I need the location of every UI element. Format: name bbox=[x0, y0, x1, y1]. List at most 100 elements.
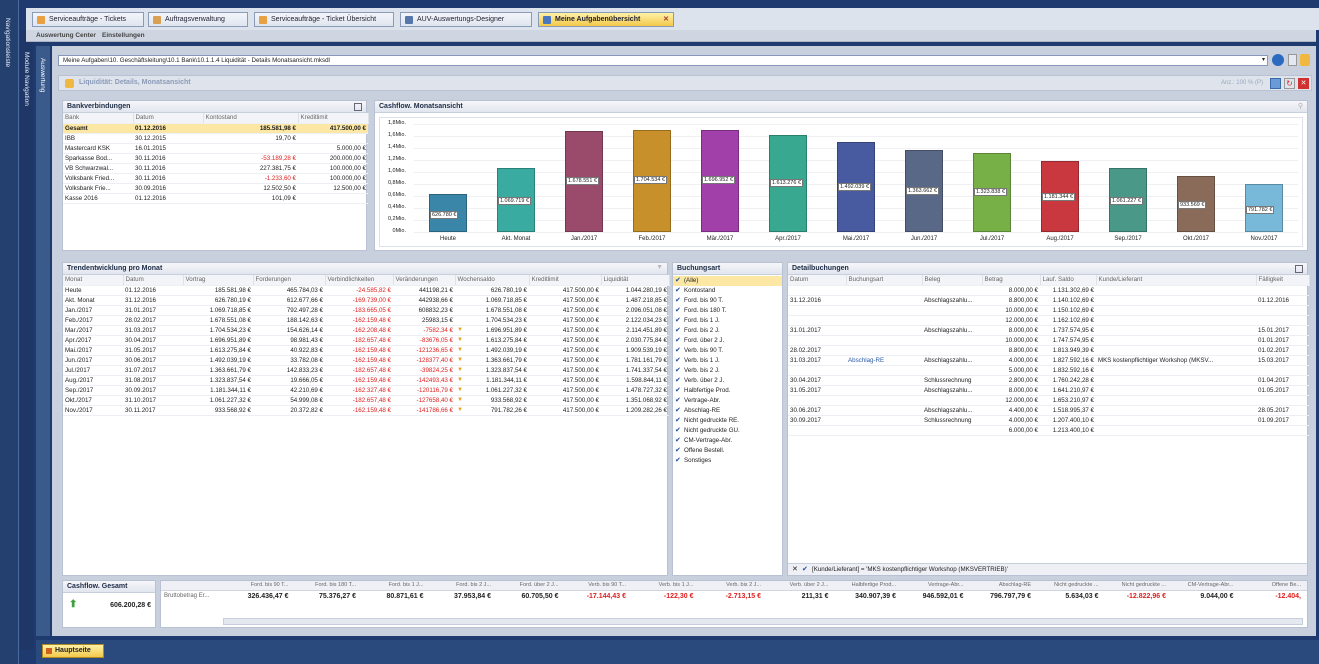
table-row[interactable]: Feb./2017 28.02.2017 1.678.551,08 € 188.142… bbox=[63, 315, 669, 326]
table-row[interactable]: Sep./2017 30.09.2017 1.181.344,11 € 42.210,… bbox=[63, 385, 669, 396]
bottom-tab-hauptseite[interactable]: Hauptseite bbox=[42, 644, 104, 658]
buchungsart-item[interactable]: ✔ Ford. bis 1 J. bbox=[673, 316, 782, 326]
layout-icon[interactable] bbox=[1270, 78, 1281, 89]
table-row[interactable]: 10.000,00 €1.150.102,69 € bbox=[788, 305, 1309, 316]
table-row[interactable]: Kasse 2016 01.12.2016 101,09 € bbox=[63, 193, 368, 204]
export-icon[interactable] bbox=[354, 103, 362, 111]
path-go-button[interactable] bbox=[1272, 54, 1284, 66]
checkbox-icon[interactable]: ✔ bbox=[675, 407, 681, 414]
bank-col-header[interactable]: Datum bbox=[133, 113, 204, 124]
table-row[interactable]: Gesamt 01.12.2016 185.581,98 €417.500,00 € bbox=[63, 123, 368, 134]
buchungsart-item[interactable]: ✔ Verb. bis 1 J. bbox=[673, 356, 782, 366]
module-nav-rail[interactable]: Module Navigation bbox=[20, 30, 34, 650]
checkbox-icon[interactable]: ✔ bbox=[675, 347, 681, 354]
buchungsart-item[interactable]: ✔ Verb. bis 90 T. bbox=[673, 346, 782, 356]
summary-col-header[interactable]: Offene Be... bbox=[1236, 582, 1301, 588]
checkbox-icon[interactable]: ✔ bbox=[675, 357, 681, 364]
summary-col-header[interactable]: Ford. bis 90 T... bbox=[223, 582, 289, 588]
detail-filter-bar[interactable]: ✕ ✔ [Kunde/Lieferant] = 'MKS kostenpflic… bbox=[788, 563, 1307, 575]
trend-col-header[interactable]: Liquidität bbox=[601, 275, 670, 286]
table-row[interactable]: 6.000,00 €1.213.400,10 € bbox=[788, 425, 1309, 436]
detail-col-header[interactable]: Datum bbox=[788, 275, 847, 286]
table-row[interactable]: Heute 01.12.2016 185.581,98 € 465.784,03 € -… bbox=[63, 285, 669, 296]
buchungsart-item[interactable]: ✔ Vertrage-Abr. bbox=[673, 396, 782, 406]
checkbox-icon[interactable]: ✔ bbox=[675, 307, 681, 314]
buchungsart-item[interactable]: ✔ Ford. bis 90 T. bbox=[673, 296, 782, 306]
checkbox-icon[interactable]: ✔ bbox=[675, 297, 681, 304]
table-row[interactable]: Volksbank Fried... 30.11.2016 -1.233,60 €1… bbox=[63, 173, 368, 184]
table-row[interactable]: IBB 30.12.2015 19,70 € bbox=[63, 133, 368, 144]
checkbox-icon[interactable]: ✔ bbox=[675, 287, 681, 294]
summary-col-header[interactable]: Nicht gedruckte ... bbox=[1033, 582, 1098, 588]
buchungsart-item[interactable]: ✔ (Alle) bbox=[673, 276, 782, 286]
summary-col-header[interactable]: Abschlag-RE bbox=[966, 582, 1031, 588]
trend-filter-icon[interactable]: ▼ bbox=[656, 264, 663, 271]
left-nav-rail[interactable]: Navigationsleiste bbox=[0, 0, 19, 664]
tab-1[interactable]: Auftragsverwaltung bbox=[148, 12, 248, 27]
path-extra-button[interactable] bbox=[1300, 54, 1310, 66]
trend-col-header[interactable]: Datum bbox=[123, 275, 184, 286]
trend-col-header[interactable]: Monat bbox=[63, 275, 124, 286]
detail-col-header[interactable]: Fälligkeit bbox=[1256, 275, 1310, 286]
detail-col-header[interactable]: Kunde/Lieferant bbox=[1096, 275, 1257, 286]
buchungsart-item[interactable]: ✔ Halbfertige Prod. bbox=[673, 386, 782, 396]
checkbox-icon[interactable]: ✔ bbox=[675, 367, 681, 374]
summary-col-header[interactable]: Halbfertige Prod... bbox=[831, 582, 896, 588]
table-row[interactable]: Jan./2017 31.01.2017 1.069.718,85 € 792.497… bbox=[63, 305, 669, 316]
tab-0[interactable]: Serviceaufträge - Tickets bbox=[32, 12, 144, 27]
checkbox-icon[interactable]: ✔ bbox=[675, 417, 681, 424]
table-row[interactable]: Akt. Monat 31.12.2016 626.780,19 € 612.677,… bbox=[63, 295, 669, 306]
table-row[interactable]: 28.02.2017 8.800,00 €1.813.949,39 € 01.02.… bbox=[788, 345, 1309, 356]
tab-3[interactable]: AUV-Auswertungs-Designer bbox=[400, 12, 532, 27]
path-menu-button[interactable] bbox=[1288, 54, 1297, 66]
detail-export-icon[interactable] bbox=[1295, 265, 1303, 273]
summary-col-header[interactable]: Verb. über 2 J... bbox=[763, 582, 829, 588]
trend-col-header[interactable]: Forderungen bbox=[253, 275, 326, 286]
tab-close-icon[interactable]: ✕ bbox=[663, 13, 669, 26]
detail-col-header[interactable]: Lauf. Saldo bbox=[1040, 275, 1097, 286]
tab-4[interactable]: Meine Aufgabenübersicht ✕ bbox=[538, 12, 674, 27]
bank-col-header[interactable]: Bank bbox=[63, 113, 134, 124]
buchungsart-item[interactable]: ✔ Offene Bestell. bbox=[673, 446, 782, 456]
table-row[interactable]: Jul./2017 31.07.2017 1.363.661,79 € 142.833… bbox=[63, 365, 669, 376]
checkbox-icon[interactable]: ✔ bbox=[675, 277, 681, 284]
table-row[interactable]: Aug./2017 31.08.2017 1.323.837,54 € 19.666,… bbox=[63, 375, 669, 386]
table-row[interactable]: 31.01.2017 Abschlagszahlu... 8.000,00 €1.7… bbox=[788, 325, 1309, 336]
menu-auswertung-center[interactable]: Auswertung Center bbox=[36, 32, 96, 39]
summary-col-header[interactable]: Ford. über 2 J... bbox=[493, 582, 559, 588]
tab-2[interactable]: Serviceaufträge - Ticket Übersicht bbox=[254, 12, 394, 27]
clear-filter-icon[interactable]: ✕ bbox=[792, 565, 798, 573]
table-row[interactable]: Okt./2017 31.10.2017 1.061.227,32 € 54.999,… bbox=[63, 395, 669, 406]
table-row[interactable]: 31.12.2016 Abschlagszahlu... 8.800,00 €1.1… bbox=[788, 295, 1309, 306]
table-row[interactable]: 30.04.2017 Schlussrechnung 2.800,00 €1.760… bbox=[788, 375, 1309, 386]
table-row[interactable]: 5.000,00 €1.832.592,16 € bbox=[788, 365, 1309, 376]
table-row[interactable]: 31.05.2017 Abschlagszahlu... 8.000,00 €1.6… bbox=[788, 385, 1309, 396]
buchungsart-item[interactable]: ✔ Verb. bis 2 J. bbox=[673, 366, 782, 376]
buchungsart-item[interactable]: ✔ Nicht gedruckte RE. bbox=[673, 416, 782, 426]
buchungsart-item[interactable]: ✔ Ford. bis 2 J. bbox=[673, 326, 782, 336]
table-row[interactable]: Mar./2017 31.03.2017 1.704.534,23 € 154.626… bbox=[63, 325, 669, 336]
summary-col-header[interactable]: Ford. bis 180 T... bbox=[291, 582, 356, 588]
summary-col-header[interactable]: Verb. bis 2 J... bbox=[696, 582, 761, 588]
summary-col-header[interactable]: Nicht gedruckte ... bbox=[1101, 582, 1166, 588]
summary-col-header[interactable]: Ford. bis 2 J... bbox=[426, 582, 491, 588]
refresh-icon[interactable]: ↻ bbox=[1284, 78, 1295, 89]
filter-check-icon[interactable]: ✔ bbox=[802, 565, 808, 573]
buchungsart-item[interactable]: ✔ Nicht gedruckte GU. bbox=[673, 426, 782, 436]
checkbox-icon[interactable]: ✔ bbox=[675, 377, 681, 384]
summary-col-header[interactable]: Vertrage-Abr... bbox=[898, 582, 963, 588]
checkbox-icon[interactable]: ✔ bbox=[675, 337, 681, 344]
detail-col-header[interactable]: Betrag bbox=[982, 275, 1041, 286]
menu-einstellungen[interactable]: Einstellungen bbox=[102, 32, 145, 39]
table-row[interactable]: Apr./2017 30.04.2017 1.696.951,89 € 98.981,… bbox=[63, 335, 669, 346]
bank-col-header[interactable]: Kontostand bbox=[203, 113, 299, 124]
summary-scrollbar[interactable] bbox=[223, 618, 1303, 625]
chart-settings-icon[interactable]: ⚲ bbox=[1298, 102, 1303, 110]
table-row[interactable]: 12.000,00 €1.162.102,69 € bbox=[788, 315, 1309, 326]
trend-col-header[interactable]: Kreditlimit bbox=[529, 275, 602, 286]
table-row[interactable]: Nov./2017 30.11.2017 933.568,92 € 20.372,82… bbox=[63, 405, 669, 416]
summary-col-header[interactable]: Ford. bis 1 J... bbox=[358, 582, 424, 588]
checkbox-icon[interactable]: ✔ bbox=[675, 317, 681, 324]
table-row[interactable]: 8.000,00 €1.131.302,69 € bbox=[788, 285, 1309, 296]
trend-col-header[interactable]: Wochensaldo bbox=[455, 275, 530, 286]
